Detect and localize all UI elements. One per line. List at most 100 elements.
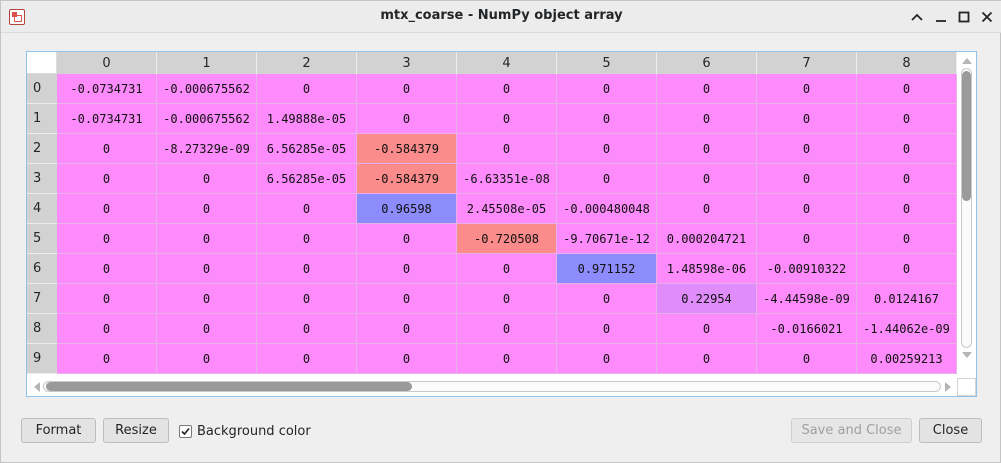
table-cell[interactable]: 1.48598e-06 <box>657 254 757 284</box>
table-cell[interactable]: -0.584379 <box>357 164 457 194</box>
table-cell[interactable]: 0 <box>857 74 957 104</box>
table-cell[interactable]: 0 <box>657 194 757 224</box>
table-cell[interactable]: 6.56285e-05 <box>257 164 357 194</box>
vertical-scroll-thumb[interactable] <box>962 71 971 201</box>
row-header[interactable]: 2 <box>27 134 57 164</box>
table-cell[interactable]: 0 <box>557 134 657 164</box>
table-cell[interactable]: 0 <box>57 134 157 164</box>
column-header[interactable]: 1 <box>157 52 257 74</box>
table-cell[interactable]: -0.0166021 <box>757 314 857 344</box>
table-cell[interactable]: 2.45508e-05 <box>457 194 557 224</box>
table-cell[interactable]: 0 <box>157 344 257 374</box>
table-cell[interactable]: 6.56285e-05 <box>257 134 357 164</box>
table-cell[interactable]: 0 <box>657 104 757 134</box>
column-header[interactable]: 0 <box>57 52 157 74</box>
table-cell[interactable]: 0.96598 <box>357 194 457 224</box>
table-cell[interactable]: 0 <box>857 224 957 254</box>
table-cell[interactable]: 0 <box>757 164 857 194</box>
table-cell[interactable]: 0.971152 <box>557 254 657 284</box>
table-cell[interactable]: 0.00259213 <box>857 344 957 374</box>
table-cell[interactable]: 0 <box>457 74 557 104</box>
table-cell[interactable]: 0 <box>457 284 557 314</box>
background-color-toggle[interactable]: Background color <box>179 422 311 440</box>
table-cell[interactable]: 0 <box>857 254 957 284</box>
table-cell[interactable]: 0.22954 <box>657 284 757 314</box>
background-color-checkbox[interactable] <box>179 424 192 438</box>
table-cell[interactable]: -0.000480048 <box>557 194 657 224</box>
array-table[interactable]: 012345678 0123456789 -0.0734731 -0.000675… <box>26 51 977 397</box>
close-window-button[interactable] <box>977 7 997 27</box>
table-cell[interactable]: 0 <box>657 344 757 374</box>
column-header[interactable]: 2 <box>257 52 357 74</box>
table-cell[interactable]: 0 <box>57 284 157 314</box>
table-cell[interactable]: -8.27329e-09 <box>157 134 257 164</box>
table-cell[interactable]: -9.70671e-12 <box>557 224 657 254</box>
table-cell[interactable]: -0.584379 <box>357 134 457 164</box>
vertical-scrollbar[interactable] <box>957 52 976 378</box>
table-cell[interactable]: 0 <box>657 134 757 164</box>
table-cell[interactable]: 0 <box>257 254 357 284</box>
scroll-right-icon[interactable] <box>945 382 951 392</box>
table-cell[interactable]: 0 <box>257 74 357 104</box>
column-header[interactable]: 4 <box>457 52 557 74</box>
table-cell[interactable]: 1.49888e-05 <box>257 104 357 134</box>
table-cell[interactable]: -4.44598e-09 <box>757 284 857 314</box>
table-cell[interactable]: 0 <box>257 344 357 374</box>
table-cell[interactable]: 0 <box>757 344 857 374</box>
table-cell[interactable]: -0.000675562 <box>157 74 257 104</box>
table-cell[interactable]: 0 <box>257 284 357 314</box>
table-cell[interactable]: 0 <box>257 314 357 344</box>
table-cell[interactable]: 0 <box>657 74 757 104</box>
table-cell[interactable]: 0 <box>157 224 257 254</box>
table-cell[interactable]: 0 <box>257 224 357 254</box>
row-header[interactable]: 3 <box>27 164 57 194</box>
table-cell[interactable]: -0.720508 <box>457 224 557 254</box>
table-cell[interactable]: 0 <box>57 314 157 344</box>
resize-button[interactable]: Resize <box>103 418 169 443</box>
table-cell[interactable]: 0 <box>757 194 857 224</box>
table-cell[interactable]: 0 <box>57 224 157 254</box>
table-cell[interactable]: 0 <box>757 134 857 164</box>
table-cell[interactable]: 0 <box>357 74 457 104</box>
table-cell[interactable]: 0 <box>357 284 457 314</box>
row-header[interactable]: 4 <box>27 194 57 224</box>
row-header[interactable]: 8 <box>27 314 57 344</box>
maximize-button[interactable] <box>954 7 974 27</box>
table-cell[interactable]: 0 <box>257 194 357 224</box>
column-header[interactable]: 8 <box>857 52 957 74</box>
row-header[interactable]: 1 <box>27 104 57 134</box>
horizontal-scrollbar[interactable] <box>27 378 957 396</box>
table-cell[interactable]: 0 <box>457 104 557 134</box>
table-cell[interactable]: 0 <box>557 104 657 134</box>
table-cell[interactable]: 0 <box>57 254 157 284</box>
table-cell[interactable]: 0 <box>857 104 957 134</box>
row-header[interactable]: 0 <box>27 74 57 104</box>
column-header[interactable]: 7 <box>757 52 857 74</box>
table-cell[interactable]: 0 <box>357 254 457 284</box>
table-cell[interactable]: 0 <box>557 74 657 104</box>
table-cell[interactable]: -0.00910322 <box>757 254 857 284</box>
table-cell[interactable]: 0 <box>357 314 457 344</box>
minimize-button[interactable] <box>931 7 951 27</box>
table-cell[interactable]: 0 <box>357 224 457 254</box>
table-cell[interactable]: 0.000204721 <box>657 224 757 254</box>
table-cell[interactable]: -1.44062e-09 <box>857 314 957 344</box>
table-cell[interactable]: 0 <box>457 254 557 284</box>
table-cell[interactable]: 0 <box>57 194 157 224</box>
table-cell[interactable]: 0 <box>157 284 257 314</box>
table-cell[interactable]: -0.000675562 <box>157 104 257 134</box>
save-and-close-button[interactable]: Save and Close <box>791 418 912 443</box>
table-cell[interactable]: -0.0734731 <box>57 74 157 104</box>
horizontal-scroll-thumb[interactable] <box>46 382 412 391</box>
table-cell[interactable]: 0 <box>757 74 857 104</box>
table-cell[interactable]: 0 <box>57 344 157 374</box>
scroll-left-icon[interactable] <box>34 382 40 392</box>
table-cell[interactable]: 0 <box>157 194 257 224</box>
table-cell[interactable]: 0 <box>457 314 557 344</box>
row-header[interactable]: 5 <box>27 224 57 254</box>
scroll-up-icon[interactable] <box>962 58 972 64</box>
table-cell[interactable]: 0 <box>457 134 557 164</box>
row-header[interactable]: 6 <box>27 254 57 284</box>
table-cell[interactable]: 0 <box>457 344 557 374</box>
table-cell[interactable]: -6.63351e-08 <box>457 164 557 194</box>
